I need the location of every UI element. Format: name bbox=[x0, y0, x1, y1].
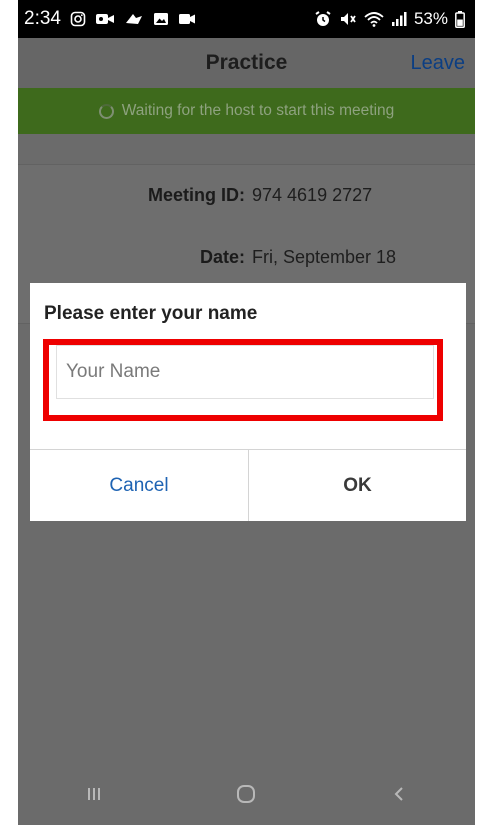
page-title: Practice bbox=[205, 51, 288, 74]
date-label: Date: bbox=[199, 247, 245, 267]
mute-icon bbox=[339, 11, 357, 27]
meeting-id-value: 974 4619 2727 bbox=[252, 185, 373, 205]
battery-icon bbox=[455, 10, 465, 28]
waiting-banner: Waiting for the host to start this meeti… bbox=[18, 88, 475, 134]
signal-icon bbox=[391, 11, 407, 27]
app-notification-icon bbox=[124, 11, 144, 27]
navigation-bar bbox=[18, 763, 475, 825]
status-bar: 2:34 53% bbox=[18, 0, 475, 38]
cancel-button[interactable]: Cancel bbox=[30, 450, 248, 521]
status-time: 2:34 bbox=[24, 8, 61, 29]
leave-button[interactable]: Leave bbox=[411, 52, 466, 75]
name-input[interactable] bbox=[56, 345, 434, 399]
battery-percent: 53% bbox=[413, 9, 448, 28]
status-bar-right: 53% bbox=[314, 9, 465, 29]
instagram-icon bbox=[70, 11, 86, 27]
ok-button[interactable]: OK bbox=[249, 450, 466, 521]
video-camera-icon bbox=[178, 12, 196, 26]
enter-name-dialog: Please enter your name Cancel OK bbox=[30, 283, 466, 521]
status-bar-left: 2:34 bbox=[24, 8, 196, 30]
video-app-icon bbox=[95, 11, 115, 27]
meeting-id-label: Meeting ID: bbox=[148, 185, 245, 205]
recent-apps-icon[interactable] bbox=[64, 764, 124, 824]
gallery-icon bbox=[153, 11, 169, 27]
waiting-banner-text: Waiting for the host to start this meeti… bbox=[121, 102, 395, 119]
phone-screen: 2:34 53% Practice Leave Waiting for the … bbox=[18, 0, 475, 825]
loading-spinner-icon bbox=[98, 103, 114, 119]
back-icon[interactable] bbox=[369, 764, 429, 824]
date-value: Fri, September 18 bbox=[252, 247, 397, 267]
home-icon[interactable] bbox=[216, 764, 276, 824]
app-header: Practice Leave bbox=[18, 38, 475, 88]
dialog-title: Please enter your name bbox=[44, 303, 258, 324]
alarm-icon bbox=[314, 11, 332, 27]
wifi-icon bbox=[364, 11, 384, 27]
